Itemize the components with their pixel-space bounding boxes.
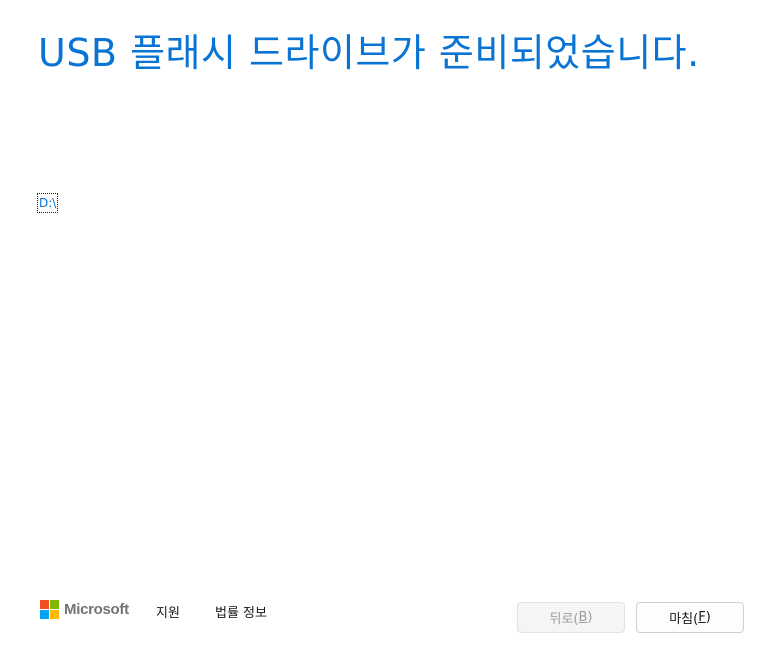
legal-info-link[interactable]: 법률 정보	[215, 602, 267, 621]
microsoft-wordmark: Microsoft	[64, 601, 129, 618]
setup-wizard-page: USB 플래시 드라이브가 준비되었습니다. D:\ Microsoft 지원 …	[0, 0, 775, 648]
back-button-accelerator: B	[578, 610, 588, 625]
page-title: USB 플래시 드라이브가 준비되었습니다.	[38, 31, 700, 75]
microsoft-logo: Microsoft	[40, 600, 129, 619]
logo-square-red	[40, 600, 49, 609]
back-button-suffix: )	[587, 610, 593, 625]
finish-button-suffix: )	[705, 610, 711, 625]
logo-square-yellow	[50, 610, 59, 619]
finish-button-accelerator: F	[698, 610, 706, 625]
back-button-label: 뒤로(	[549, 612, 579, 627]
finish-button[interactable]: 마침(F)	[636, 602, 744, 633]
footer: Microsoft 지원 법률 정보 뒤로(B) 마침(F)	[0, 590, 775, 648]
drive-path-link[interactable]: D:\	[37, 193, 59, 213]
logo-square-green	[50, 600, 59, 609]
support-link[interactable]: 지원	[156, 602, 180, 621]
back-button[interactable]: 뒤로(B)	[517, 602, 625, 633]
finish-button-label: 마침(	[669, 612, 699, 627]
logo-square-blue	[40, 610, 49, 619]
microsoft-logo-icon	[40, 600, 59, 619]
